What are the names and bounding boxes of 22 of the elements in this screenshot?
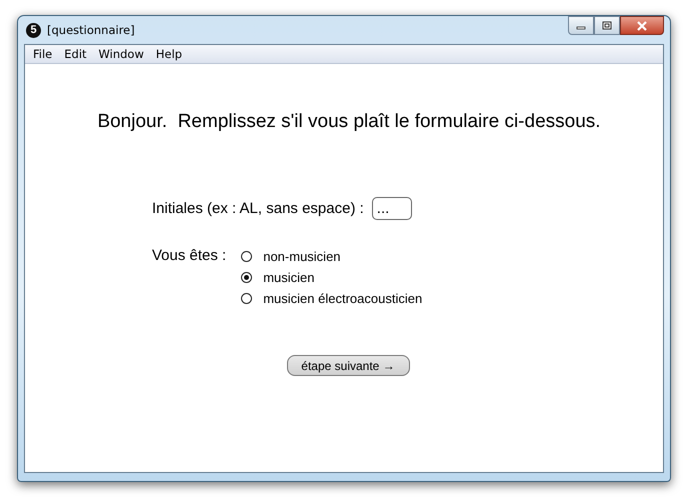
menu-item[interactable]: File: [27, 47, 58, 61]
window-title: [questionnaire]: [47, 23, 135, 37]
close-icon: [636, 20, 648, 30]
close-button[interactable]: [620, 16, 664, 35]
menu-item[interactable]: Edit: [58, 47, 93, 61]
radio-button[interactable]: [241, 251, 252, 262]
radio-button[interactable]: [241, 272, 252, 283]
menu-item[interactable]: Window: [92, 47, 150, 61]
option-label[interactable]: musicien électroacousticien: [263, 291, 422, 306]
radio-button[interactable]: [241, 293, 252, 304]
option-label[interactable]: non-musicien: [263, 249, 341, 264]
initials-field[interactable]: ...: [372, 197, 412, 220]
profile-label: Vous êtes :: [152, 247, 226, 266]
minimize-button[interactable]: [568, 16, 594, 35]
option-label[interactable]: musicien: [263, 270, 315, 285]
heading: Bonjour. Remplissez s'il vous plaît le formulaire ci-dessous.: [96, 111, 602, 133]
menu-item[interactable]: Help: [150, 47, 188, 61]
maximize-icon: [602, 21, 612, 30]
app-icon: 5: [26, 22, 41, 38]
next-step-button[interactable]: étape suivante →: [286, 355, 410, 376]
maximize-button[interactable]: [594, 16, 620, 35]
initials-label: Initiales (ex : AL, sans espace) :: [152, 200, 364, 217]
